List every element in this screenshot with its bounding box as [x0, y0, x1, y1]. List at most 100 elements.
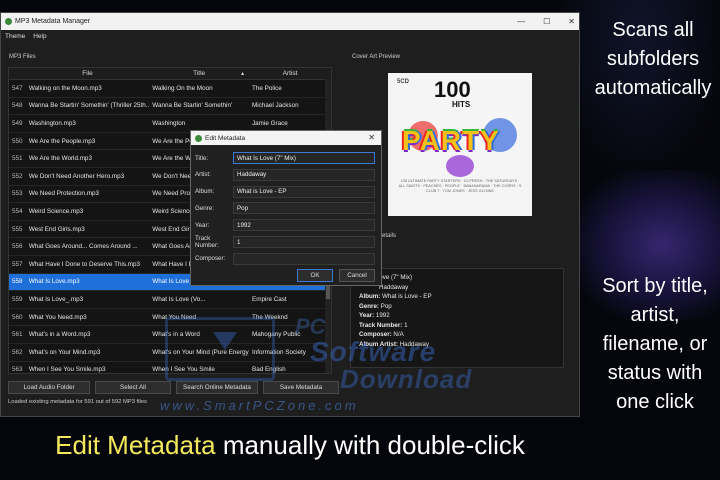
field-input[interactable]: Pop [233, 202, 375, 215]
promo-top-line: automatically [594, 77, 712, 99]
table-row[interactable]: 547 Walking on the Moon.mp3 Walking On the… [9, 80, 331, 98]
row-number: 552 [12, 172, 23, 180]
table-row[interactable]: 559 What Is Love_.mp3 What Is Love (Vo... E… [9, 291, 331, 309]
row-file: What's on Your Mind.mp3 [28, 348, 101, 356]
field-label: Artist: [195, 171, 211, 179]
field-row: Genre: Pop [195, 201, 379, 215]
cover-art-image: 5CD 100 HITS PARTY 135 ULTIMATE PARTY ST… [388, 73, 532, 216]
field-row: Title: What Is Love (7" Mix) [195, 151, 379, 165]
field-row: Track Number: 1 [195, 235, 379, 249]
row-number: 560 [12, 313, 23, 321]
row-file: What Is Love.mp3 [28, 278, 80, 286]
promo-bottom-line: Sort by title, [602, 275, 708, 297]
load-folder-button[interactable]: Load Audio Folder [8, 381, 90, 394]
table-row[interactable]: 562 What's on Your Mind.mp3 What's on Your… [9, 344, 331, 362]
row-artist: Mahogany Public [252, 331, 301, 339]
row-file: Wanna Be Startin' Somethin' (Thriller 25… [28, 102, 150, 110]
field-input[interactable]: 1992 [233, 219, 375, 232]
sort-arrow-icon: ▲ [240, 70, 246, 77]
details-panel: nat Is Love (7" Mix) Haddaway Album: Wha… [350, 268, 564, 368]
table-row[interactable]: 561 What's in a Word.mp3 What's in a Word M… [9, 326, 331, 344]
row-number: 559 [12, 295, 23, 303]
header-title-label: Title [193, 70, 206, 77]
row-number: 561 [12, 331, 23, 339]
header-artist[interactable]: Artist [249, 68, 331, 79]
header-title[interactable]: Title ▲ [149, 68, 249, 79]
dialog-titlebar[interactable]: Edit Metadata ✕ [191, 131, 381, 145]
row-artist: The Police [252, 84, 282, 92]
row-artist: Michael Jackson [252, 102, 299, 110]
field-row: Album: What is Love - EP [195, 185, 379, 199]
ok-button[interactable]: OK [297, 269, 333, 282]
promo-top-line: subfolders [606, 48, 700, 70]
menu-bar: Theme Help [1, 30, 579, 42]
row-file: We Need Protection.mp3 [28, 190, 100, 198]
promo-top: Scans all subfolders automatically [586, 16, 720, 103]
detail-year: Year: 1992 [359, 312, 390, 319]
field-row: Year: 1992 [195, 218, 379, 232]
row-artist: Bad English [252, 366, 286, 374]
close-button[interactable]: ✕ [568, 17, 575, 26]
detail-artist: Haddaway [379, 283, 409, 291]
field-input[interactable]: What Is Love (7" Mix) [233, 152, 375, 164]
table-row[interactable]: 563 When I See You Smile.mp3 When I See Yo… [9, 362, 331, 374]
row-file: We Don't Need Another Hero.mp3 [28, 172, 125, 180]
row-file: Washington.mp3 [28, 119, 76, 127]
row-number: 551 [12, 155, 23, 163]
table-row[interactable]: 548 Wanna Be Startin' Somethin' (Thriller… [9, 98, 331, 116]
minimize-button[interactable]: — [517, 17, 525, 26]
caption: Edit Metadata manually with double-click [0, 430, 580, 461]
window-titlebar[interactable]: MP3 Metadata Manager — ☐ ✕ [1, 13, 579, 30]
promo-bottom-line: filename, or [602, 333, 708, 355]
caption-highlight: Edit Metadata [55, 430, 216, 460]
detail-album: Album: What is Love - EP [359, 293, 432, 300]
row-number: 556 [12, 243, 23, 251]
files-label: MP3 Files [9, 54, 36, 60]
row-artist: The Weeknd [252, 313, 288, 321]
cover-subtitle: 135 ULTIMATE PARTY STARTERS · DJ FRESH ·… [398, 179, 522, 193]
maximize-button[interactable]: ☐ [543, 17, 550, 26]
promo-bottom-line: one click [616, 391, 694, 413]
row-number: 547 [12, 84, 23, 92]
row-file: What You Need.mp3 [28, 313, 87, 321]
row-file: What Have I Done to Deserve This.mp3 [28, 260, 141, 268]
row-number: 550 [12, 137, 23, 145]
field-label: Year: [195, 221, 210, 229]
field-input[interactable]: Haddaway [233, 168, 375, 181]
row-number: 558 [12, 278, 23, 286]
edit-metadata-dialog: Edit Metadata ✕ Title: What Is Love (7" M… [190, 130, 382, 286]
field-input[interactable]: What is Love - EP [233, 185, 375, 198]
details-label: etails [382, 233, 397, 239]
row-number: 563 [12, 366, 23, 374]
row-title: Washington [152, 119, 186, 127]
header-file[interactable]: File [26, 68, 149, 79]
row-number: 553 [12, 190, 23, 198]
row-title: Wanna Be Startin' Somethin' [152, 102, 233, 110]
table-row[interactable]: 560 What You Need.mp3 What You Need The Wee… [9, 309, 331, 327]
table-header: File Title ▲ Artist [9, 68, 331, 80]
detail-title: nat Is Love (7" Mix) [359, 274, 413, 281]
search-online-button[interactable]: Search Online Metadata [176, 381, 258, 394]
select-all-button[interactable]: Select All [95, 381, 171, 394]
row-file: We Are the World.mp3 [28, 155, 92, 163]
menu-help[interactable]: Help [33, 33, 46, 40]
field-row: Composer: [195, 252, 379, 266]
field-row: Artist: Haddaway [195, 168, 379, 182]
field-label: Composer: [195, 255, 226, 263]
detail-track: Track Number: 1 [359, 321, 408, 329]
cover-party: PARTY [402, 125, 500, 156]
cancel-button[interactable]: Cancel [339, 269, 375, 282]
row-title: What Is Love (Vo... [152, 295, 206, 303]
dialog-close-icon[interactable]: ✕ [368, 133, 375, 142]
menu-theme[interactable]: Theme [5, 33, 25, 40]
field-label: Genre: [195, 204, 214, 212]
field-input[interactable] [233, 252, 375, 265]
window-title: MP3 Metadata Manager [15, 18, 91, 25]
dialog-title: Edit Metadata [205, 134, 246, 142]
field-label: Title: [195, 154, 209, 162]
detail-genre: Genre: Pop [359, 302, 392, 310]
field-input[interactable]: 1 [233, 236, 375, 248]
row-file: When I See You Smile.mp3 [28, 366, 106, 374]
save-metadata-button[interactable]: Save Metadata [263, 381, 339, 394]
dialog-app-icon [195, 134, 202, 142]
